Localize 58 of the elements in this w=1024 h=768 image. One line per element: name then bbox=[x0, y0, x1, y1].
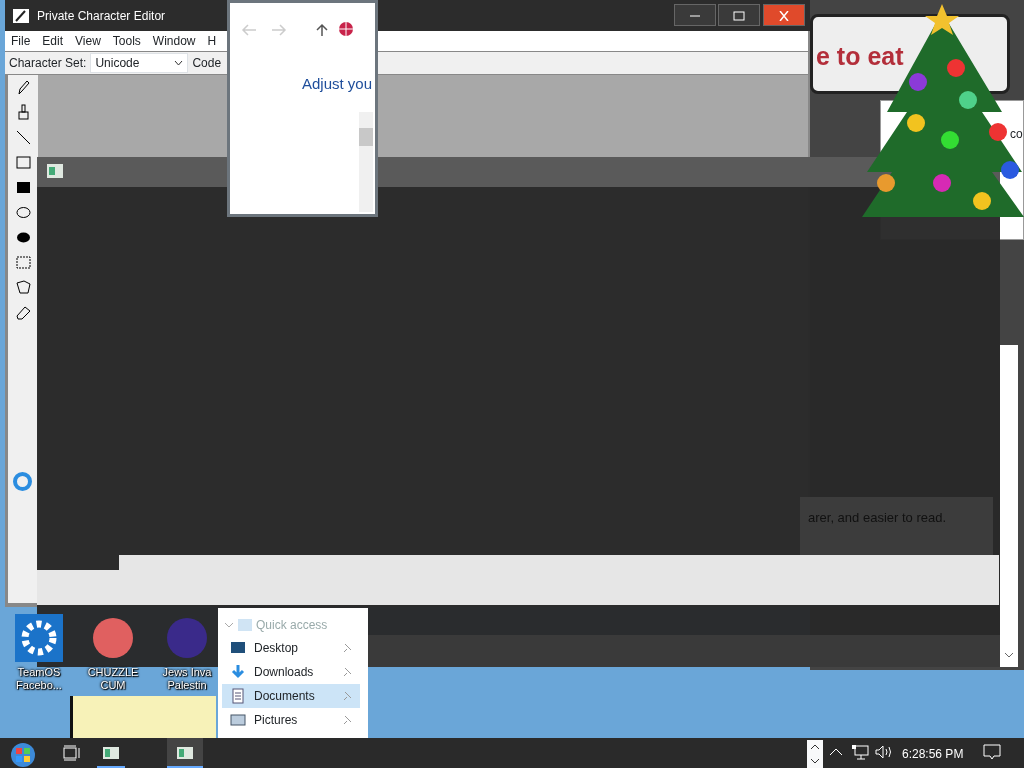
menu-item[interactable]: View bbox=[69, 32, 107, 50]
up-icon[interactable] bbox=[316, 23, 328, 37]
pin-icon[interactable] bbox=[342, 667, 352, 677]
ellipse-icon[interactable] bbox=[14, 204, 32, 221]
quick-access-item[interactable]: Documents bbox=[222, 684, 360, 708]
menu-item[interactable]: File bbox=[5, 32, 37, 50]
rectangle-select-icon[interactable] bbox=[14, 254, 32, 271]
pin-icon[interactable] bbox=[342, 643, 352, 653]
task-view-icon[interactable] bbox=[63, 745, 81, 761]
filled-rectangle-icon[interactable] bbox=[14, 179, 32, 196]
code-label: Code bbox=[192, 55, 222, 72]
banner-text: e to eat bbox=[816, 41, 904, 72]
document-icon bbox=[230, 688, 246, 704]
app-icon[interactable] bbox=[15, 614, 63, 662]
scroll-arrows-icon[interactable] bbox=[807, 740, 823, 768]
line-icon[interactable] bbox=[14, 129, 32, 146]
picture-icon bbox=[230, 712, 246, 728]
minimize-icon bbox=[689, 14, 701, 17]
scroll-down-icon[interactable] bbox=[1004, 651, 1014, 659]
menu-item[interactable]: Edit bbox=[36, 32, 70, 50]
freeform-select-icon[interactable] bbox=[14, 279, 32, 296]
menu-item[interactable]: Window bbox=[146, 32, 202, 50]
quick-access-item[interactable]: Pictures bbox=[222, 708, 360, 732]
ring-icon bbox=[12, 471, 33, 492]
network-icon[interactable] bbox=[851, 744, 869, 760]
pen-icon bbox=[13, 8, 29, 23]
pin-icon[interactable] bbox=[342, 715, 352, 725]
window-icon bbox=[177, 746, 193, 759]
start-icon[interactable] bbox=[8, 740, 38, 768]
window-title: Private Character Editor bbox=[37, 7, 166, 25]
text-fragment: co bbox=[1010, 126, 1023, 143]
window-icon bbox=[47, 164, 63, 178]
rectangle-icon[interactable] bbox=[14, 154, 32, 171]
close-icon bbox=[778, 10, 790, 21]
scrollbar[interactable] bbox=[359, 112, 373, 212]
clock-text[interactable]: 6:28:56 PM bbox=[902, 745, 964, 763]
monitor-icon bbox=[230, 640, 246, 656]
menu-item[interactable]: Tools bbox=[106, 32, 147, 50]
close-button[interactable] bbox=[763, 4, 805, 26]
quick-access-item[interactable]: Desktop bbox=[222, 636, 360, 660]
menu-item[interactable]: H bbox=[201, 32, 223, 50]
chevron-up-icon[interactable] bbox=[829, 747, 843, 757]
scrollbar[interactable] bbox=[1000, 345, 1018, 667]
globe-icon bbox=[338, 21, 354, 37]
speaker-icon[interactable] bbox=[875, 745, 893, 759]
maximize-button[interactable] bbox=[718, 4, 760, 26]
heading-text: Adjust you bbox=[302, 74, 373, 94]
arrow-down-icon bbox=[230, 664, 246, 680]
quick-access-item[interactable]: Downloads bbox=[222, 660, 360, 684]
eraser-icon[interactable] bbox=[14, 304, 32, 321]
notification-icon[interactable] bbox=[983, 744, 1001, 761]
window-icon bbox=[103, 746, 119, 759]
character-set-label: Character Set: bbox=[9, 55, 87, 72]
minimize-button[interactable] bbox=[674, 4, 716, 26]
caret-icon bbox=[174, 60, 184, 66]
maximize-icon bbox=[733, 10, 745, 21]
character-set-dropdown[interactable]: Unicode bbox=[90, 53, 189, 73]
taskbar-app-button[interactable] bbox=[167, 738, 203, 768]
